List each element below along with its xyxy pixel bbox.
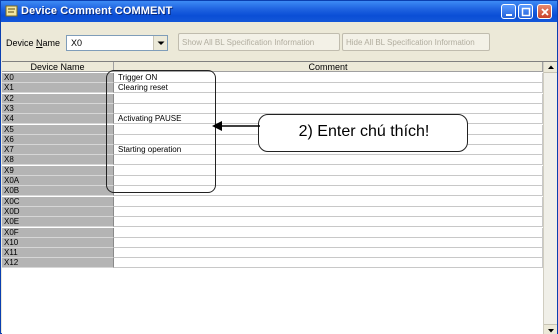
device-name-label: Device Name <box>6 38 61 48</box>
vertical-scrollbar[interactable] <box>543 62 557 334</box>
minimize-button[interactable] <box>501 4 516 19</box>
table-row[interactable]: X3 <box>2 103 543 114</box>
device-comment-window: Device Comment COMMENT Device Name X0 Sh… <box>0 0 558 334</box>
comment-cell[interactable] <box>114 237 543 248</box>
device-name-cell: X9 <box>2 165 114 176</box>
callout-text: 2) Enter chú thích! <box>298 123 430 140</box>
table-row[interactable]: X0F <box>2 227 543 238</box>
device-name-cell: X1 <box>2 83 114 94</box>
callout-arrow-icon <box>212 121 260 131</box>
table-row[interactable]: X8 <box>2 155 543 166</box>
close-button[interactable] <box>537 4 552 19</box>
table-row[interactable]: X0D <box>2 206 543 217</box>
device-name-cell: X3 <box>2 103 114 114</box>
title-bar[interactable]: Device Comment COMMENT <box>1 1 557 22</box>
device-name-cell: X5 <box>2 124 114 135</box>
dropdown-button[interactable] <box>153 36 167 50</box>
device-name-cell: X0A <box>2 176 114 186</box>
table-row[interactable]: X9 <box>2 165 543 176</box>
table-row[interactable]: X0E <box>2 217 543 228</box>
window-title: Device Comment COMMENT <box>21 5 173 17</box>
chevron-up-icon <box>548 65 554 69</box>
chevron-down-icon <box>157 41 165 45</box>
toolbar: Device Name X0 Show All BL Specification… <box>2 23 557 61</box>
minimize-icon <box>506 14 512 16</box>
show-all-bl-spec-button[interactable]: Show All BL Specification Information <box>178 33 340 51</box>
maximize-button[interactable] <box>518 4 533 19</box>
table-row[interactable]: X0B <box>2 186 543 197</box>
comment-cell[interactable] <box>114 217 543 228</box>
device-name-cell: X6 <box>2 134 114 145</box>
scroll-down-button[interactable] <box>544 324 557 334</box>
device-name-cell: X11 <box>2 248 114 259</box>
close-icon <box>541 8 549 16</box>
table-row[interactable]: X11 <box>2 248 543 259</box>
comment-cell[interactable] <box>114 206 543 217</box>
chevron-down-icon <box>548 329 554 333</box>
maximize-icon <box>521 7 531 17</box>
column-header-device-name[interactable]: Device Name <box>2 62 114 72</box>
hide-all-bl-spec-button[interactable]: Hide All BL Specification Information <box>342 33 490 51</box>
device-name-combobox[interactable]: X0 <box>66 35 168 51</box>
device-name-cell: X0D <box>2 206 114 217</box>
comment-cell[interactable] <box>114 196 543 207</box>
table-row[interactable]: X10 <box>2 237 543 248</box>
device-name-cell: X12 <box>2 258 114 269</box>
device-name-cell: X0E <box>2 217 114 228</box>
table-row[interactable]: X1 Clearing reset <box>2 83 543 94</box>
comment-cell[interactable] <box>114 248 543 259</box>
table-row[interactable]: X0C <box>2 196 543 207</box>
device-name-cell: X2 <box>2 93 114 104</box>
comment-cell[interactable] <box>114 227 543 238</box>
device-name-cell: X0F <box>2 227 114 238</box>
device-name-value: X0 <box>71 38 83 48</box>
device-name-cell: X0 <box>2 73 114 83</box>
table-row[interactable]: X0A <box>2 176 543 186</box>
scroll-up-button[interactable] <box>544 62 557 73</box>
device-name-cell: X0B <box>2 186 114 197</box>
device-name-cell: X0C <box>2 196 114 207</box>
device-name-cell: X4 <box>2 114 114 125</box>
device-name-cell: X8 <box>2 155 114 166</box>
device-name-cell: X7 <box>2 145 114 156</box>
device-name-cell: X10 <box>2 237 114 248</box>
comment-grid[interactable]: Device Name Comment X0 Trigger ON X1 Cleari… <box>2 61 557 334</box>
table-row[interactable]: X12 <box>2 258 543 269</box>
comment-cell[interactable] <box>114 258 543 269</box>
table-row[interactable]: X0 Trigger ON <box>2 73 543 83</box>
table-row[interactable]: X2 <box>2 93 543 104</box>
comment-highlight-box <box>106 70 216 193</box>
app-icon <box>5 5 18 17</box>
